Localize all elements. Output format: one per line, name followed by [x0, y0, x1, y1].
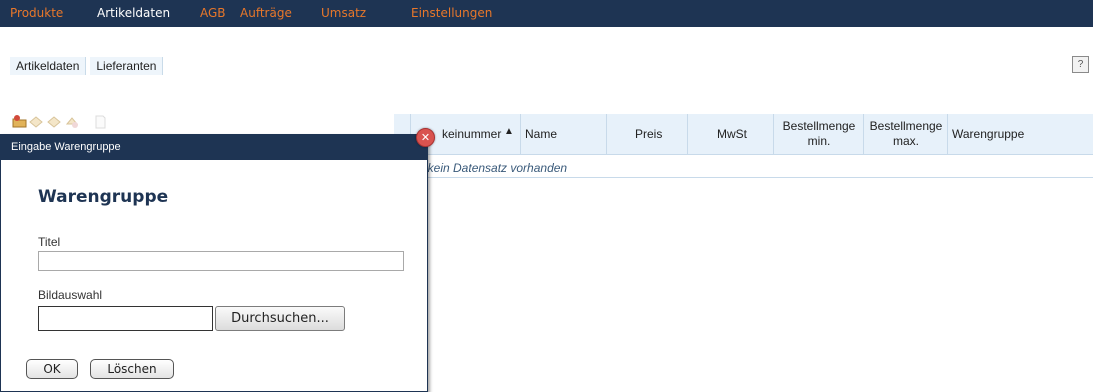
- dialog-heading: Warengruppe: [38, 187, 169, 207]
- column-label: Name: [525, 127, 558, 141]
- image-field-label: Bildauswahl: [38, 288, 103, 302]
- delete-button[interactable]: Löschen: [90, 359, 174, 379]
- dialog-titlebar[interactable]: Eingabe Warengruppe: [1, 135, 427, 160]
- title-input[interactable]: [38, 251, 404, 271]
- nav-auftraege[interactable]: Aufträge: [240, 6, 292, 20]
- column-label-line2: max.: [892, 134, 919, 148]
- nav-artikeldaten[interactable]: Artikeldaten: [97, 6, 170, 20]
- column-header-bestellmenge-min[interactable]: Bestellmenge min.: [774, 114, 864, 154]
- column-label: MwSt: [717, 127, 747, 141]
- nav-agb[interactable]: AGB: [200, 6, 226, 20]
- top-navigation-bar: Produkte Artikeldaten AGB Aufträge Umsat…: [0, 0, 1093, 27]
- ok-button[interactable]: OK: [26, 359, 78, 379]
- column-header-name[interactable]: Name: [521, 114, 607, 154]
- help-button[interactable]: ?: [1072, 56, 1089, 73]
- document-icon[interactable]: [92, 114, 108, 130]
- column-label: keinummer: [442, 127, 502, 141]
- sort-ascending-icon: ▲: [504, 126, 514, 137]
- nav-produkte[interactable]: Produkte: [10, 6, 63, 20]
- column-label-line2: min.: [807, 134, 831, 148]
- warengruppe-dialog: Eingabe Warengruppe Warengruppe Titel Bi…: [0, 134, 428, 392]
- edit-row-icon[interactable]: [46, 114, 62, 130]
- empty-text: st kein Datensatz vorhanden: [415, 161, 568, 175]
- grid-header: keinummer ▲ Name Preis MwSt Bestellmenge…: [394, 114, 1093, 155]
- title-field-label: Titel: [38, 235, 61, 249]
- tab-artikeldaten[interactable]: Artikeldaten: [10, 57, 87, 75]
- new-row-icon[interactable]: [28, 114, 44, 130]
- column-header-warengruppe[interactable]: Warengruppe: [948, 114, 1093, 154]
- nav-umsatz[interactable]: Umsatz: [321, 6, 366, 20]
- column-label: Preis: [635, 127, 663, 141]
- column-label-line1: Bestellmenge: [782, 119, 856, 133]
- column-label: Warengruppe: [952, 127, 1025, 141]
- column-label-line1: Bestellmenge: [869, 119, 943, 133]
- sub-tabs: Artikeldaten Lieferanten: [10, 57, 167, 75]
- tab-lieferanten[interactable]: Lieferanten: [90, 57, 164, 75]
- browse-button[interactable]: Durchsuchen...: [215, 306, 345, 331]
- close-icon[interactable]: ✕: [416, 128, 435, 147]
- grid-empty-message: st kein Datensatz vorhanden: [394, 159, 1093, 178]
- column-header-preis[interactable]: Preis: [607, 114, 688, 154]
- delete-row-icon[interactable]: [64, 114, 80, 130]
- file-path-input[interactable]: [38, 306, 213, 331]
- column-header-mwst[interactable]: MwSt: [688, 114, 774, 154]
- nav-einstellungen[interactable]: Einstellungen: [411, 6, 492, 20]
- open-folder-icon[interactable]: [12, 114, 28, 130]
- column-header-bestellmenge-max[interactable]: Bestellmenge max.: [864, 114, 948, 154]
- dialog-title: Eingabe Warengruppe: [11, 141, 121, 153]
